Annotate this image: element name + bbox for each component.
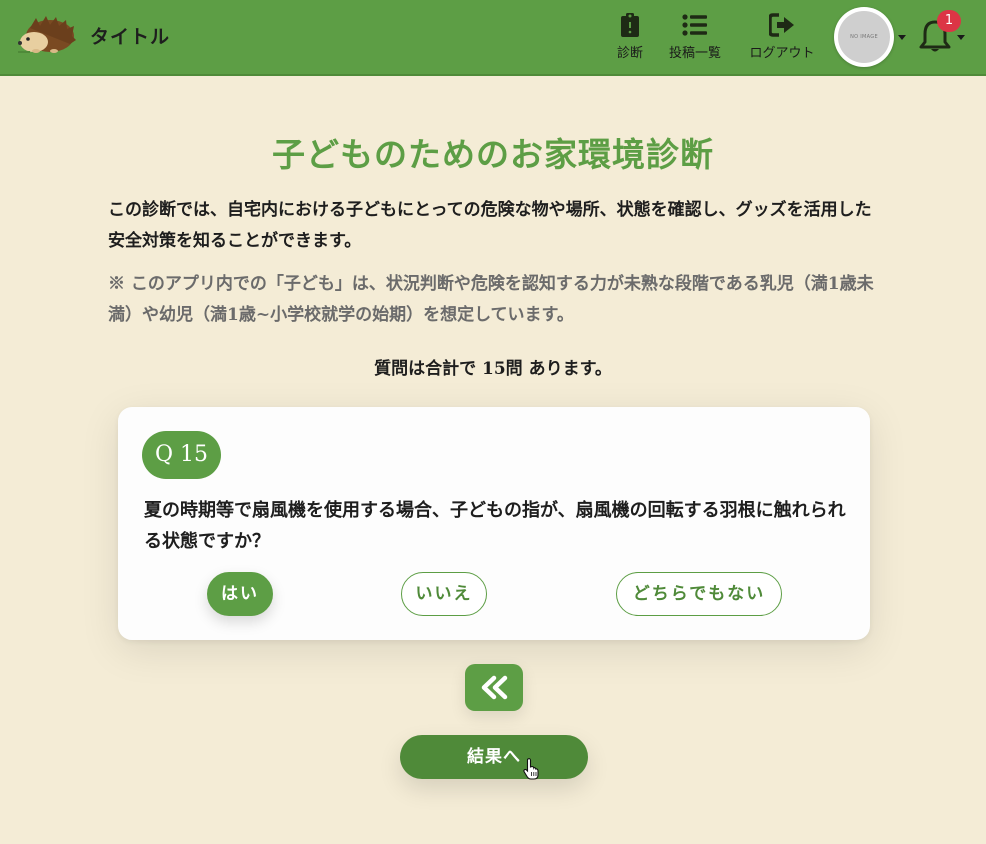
- page-title: 子どものためのお家環境診断: [272, 135, 714, 174]
- answer-neither-button[interactable]: どちらでもない: [616, 572, 782, 616]
- brand-title: タイトル: [90, 25, 171, 48]
- notification-caret-icon[interactable]: [957, 35, 965, 40]
- answer-yes-button[interactable]: はい: [207, 572, 273, 616]
- avatar-placeholder: NO IMAGE: [838, 11, 890, 63]
- brand[interactable]: タイトル: [16, 14, 170, 56]
- nav-label-posts: 投稿一覧: [668, 46, 721, 61]
- nav-label-logout: ログアウト: [749, 46, 815, 61]
- question-number-badge: Q 15: [142, 431, 221, 479]
- note-text: ※ このアプリ内での「子ども」は、状況判断や危険を認知する力が未熟な段階である乳…: [108, 274, 874, 325]
- answer-no-button[interactable]: いいえ: [401, 572, 487, 616]
- nav-item-logout[interactable]: ログアウト: [746, 12, 818, 61]
- nav-item-posts[interactable]: 投稿一覧: [665, 12, 725, 61]
- question-card: Q 15 夏の時期等で扇風機を使用する場合、子どもの指が、扇風機の回転する羽根に…: [118, 407, 870, 640]
- question-count-text: 質問は合計で 15問 あります。: [374, 359, 612, 379]
- hedgehog-logo-icon: [18, 16, 76, 53]
- nav-item-diagnosis[interactable]: 診断: [614, 12, 646, 61]
- avatar-text: NO IMAGE: [850, 34, 878, 40]
- clipboard-icon: [621, 13, 639, 37]
- list-icon: [682, 14, 707, 36]
- avatar-caret-icon[interactable]: [898, 35, 906, 40]
- nav-label-diagnosis: 診断: [616, 46, 643, 61]
- notification-badge: 1: [937, 10, 961, 32]
- sign-out-icon: [769, 13, 794, 37]
- intro-text: この診断では、自宅内における子どもにとっての危険な物や場所、状態を確認し、グッズ…: [108, 200, 872, 251]
- back-button[interactable]: [465, 664, 523, 711]
- result-button[interactable]: 結果へ: [400, 735, 588, 779]
- double-chevron-left-icon: [481, 675, 508, 700]
- avatar[interactable]: NO IMAGE: [834, 7, 894, 67]
- question-text: 夏の時期等で扇風機を使用する場合、子どもの指が、扇風機の回転する羽根に触れられる…: [144, 500, 846, 552]
- hand-pointer-cursor-icon: [523, 758, 539, 780]
- navbar: タイトル 診断 投稿一覧 ログアウト NO IMAGE 1: [0, 0, 986, 76]
